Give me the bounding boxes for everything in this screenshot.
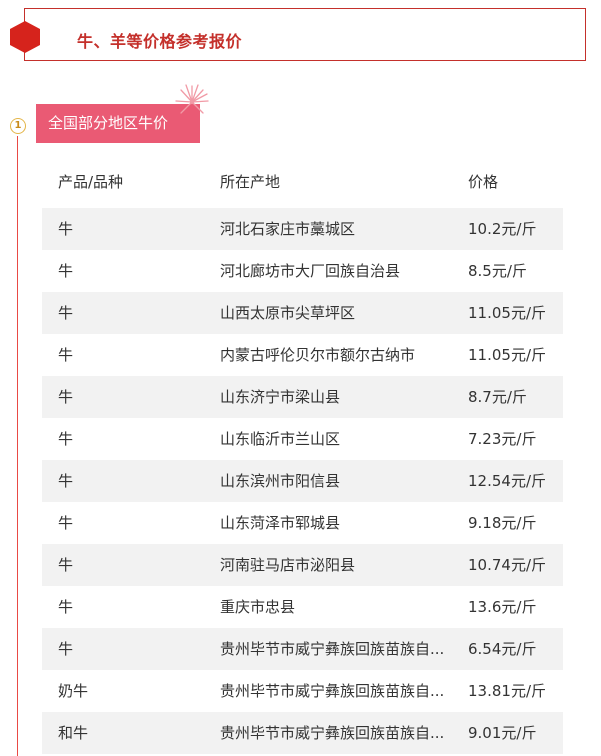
cell-origin: 山东临沂市兰山区 [220, 430, 341, 448]
cell-product: 牛 [58, 220, 74, 238]
cell-origin: 重庆市忠县 [220, 598, 296, 616]
column-header-product: 产品/品种 [58, 173, 124, 191]
cell-price: 11.05元/斤 [468, 346, 546, 364]
cell-product: 牛 [58, 304, 74, 322]
column-header-origin: 所在产地 [220, 173, 281, 191]
cell-origin: 山西太原市尖草坪区 [220, 304, 356, 322]
cell-origin: 贵州毕节市威宁彝族回族苗族自... [220, 640, 445, 658]
timeline-line [17, 136, 18, 756]
table-row: 牛 山东菏泽市郓城县 9.18元/斤 [42, 502, 563, 544]
table-row: 牛 重庆市忠县 13.6元/斤 [42, 586, 563, 628]
cell-price: 8.5元/斤 [468, 262, 527, 280]
cell-price: 9.01元/斤 [468, 724, 537, 742]
cell-price: 12.54元/斤 [468, 472, 546, 490]
cell-price: 10.74元/斤 [468, 556, 546, 574]
page-title: 牛、羊等价格参考报价 [77, 32, 243, 51]
cell-product: 牛 [58, 262, 74, 280]
cell-origin: 贵州毕节市威宁彝族回族苗族自... [220, 682, 445, 700]
table-row: 牛 内蒙古呼伦贝尔市额尔古纳市 11.05元/斤 [42, 334, 563, 376]
table-row: 牛 山东济宁市梁山县 8.7元/斤 [42, 376, 563, 418]
table-row: 牛 山西太原市尖草坪区 11.05元/斤 [42, 292, 563, 334]
cell-product: 牛 [58, 346, 74, 364]
cell-price: 6.54元/斤 [468, 640, 537, 658]
cell-price: 13.6元/斤 [468, 598, 537, 616]
cell-product: 牛 [58, 514, 74, 532]
cell-product: 奶牛 [58, 682, 89, 700]
table-header: 产品/品种 所在产地 价格 [42, 162, 563, 206]
cell-origin: 贵州毕节市威宁彝族回族苗族自... [220, 724, 445, 742]
cell-origin: 山东菏泽市郓城县 [220, 514, 341, 532]
cell-price: 8.7元/斤 [468, 388, 527, 406]
table-row: 牛 河北石家庄市藁城区 10.2元/斤 [42, 208, 563, 250]
table-row: 牛 河南驻马店市泌阳县 10.74元/斤 [42, 544, 563, 586]
table-row: 牛 贵州毕节市威宁彝族回族苗族自... 6.54元/斤 [42, 628, 563, 670]
cell-price: 11.05元/斤 [468, 304, 546, 322]
table-row: 牛 山东滨州市阳信县 12.54元/斤 [42, 460, 563, 502]
cell-origin: 河南驻马店市泌阳县 [220, 556, 356, 574]
cell-product: 牛 [58, 472, 74, 490]
cell-price: 10.2元/斤 [468, 220, 537, 238]
cell-origin: 河北石家庄市藁城区 [220, 220, 356, 238]
price-table: 牛 河北石家庄市藁城区 10.2元/斤 牛 河北廊坊市大厂回族自治县 8.5元/… [42, 208, 563, 754]
cell-price: 7.23元/斤 [468, 430, 537, 448]
table-row: 和牛 贵州毕节市威宁彝族回族苗族自... 9.01元/斤 [42, 712, 563, 754]
cell-product: 牛 [58, 556, 74, 574]
cell-price: 9.18元/斤 [468, 514, 537, 532]
cell-origin: 河北廊坊市大厂回族自治县 [220, 262, 401, 280]
table-row: 牛 山东临沂市兰山区 7.23元/斤 [42, 418, 563, 460]
cell-origin: 内蒙古呼伦贝尔市额尔古纳市 [220, 346, 416, 364]
cell-product: 牛 [58, 388, 74, 406]
section-number-badge: 1 [10, 118, 26, 134]
title-box: 牛、羊等价格参考报价 [24, 8, 586, 61]
firework-icon [175, 84, 209, 114]
cell-product: 牛 [58, 640, 74, 658]
cell-product: 和牛 [58, 724, 89, 742]
cell-price: 13.81元/斤 [468, 682, 546, 700]
table-row: 牛 河北廊坊市大厂回族自治县 8.5元/斤 [42, 250, 563, 292]
hexagon-icon [10, 21, 40, 53]
cell-origin: 山东滨州市阳信县 [220, 472, 341, 490]
cell-product: 牛 [58, 430, 74, 448]
cell-origin: 山东济宁市梁山县 [220, 388, 341, 406]
cell-product: 牛 [58, 598, 74, 616]
column-header-price: 价格 [468, 173, 499, 191]
table-row: 奶牛 贵州毕节市威宁彝族回族苗族自... 13.81元/斤 [42, 670, 563, 712]
